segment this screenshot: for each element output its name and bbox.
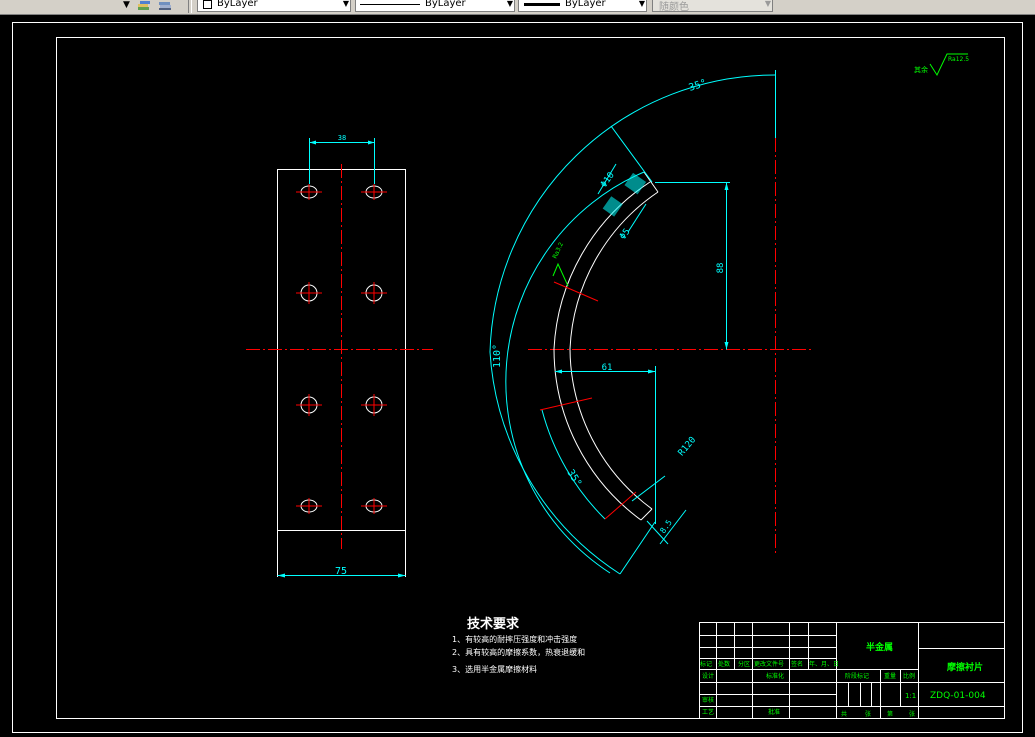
technical-requirement-item: 3、选用半金属摩擦材料 — [452, 664, 537, 674]
title-label-signature: 签名 — [791, 660, 803, 668]
title-material: 半金属 — [866, 641, 893, 653]
chevron-down-icon[interactable]: ▼ — [343, 0, 349, 8]
roughness-value: Ra12.5 — [948, 56, 969, 63]
toolbar-separator — [188, 0, 192, 13]
dimension-horizontal-offset: 61 — [602, 363, 613, 373]
extension-line — [619, 521, 656, 575]
lineweight-control-dropdown[interactable]: ByLayer ▼ — [518, 0, 647, 12]
dimension-total-angle: 110° — [492, 344, 503, 368]
plot-style-control-value: 随颜色 — [659, 2, 689, 13]
lineweight-control-value: ByLayer — [565, 0, 606, 9]
title-sheet-label: 第 — [887, 710, 893, 718]
title-label-zone: 分区 — [738, 660, 750, 668]
sheet-inner-border — [56, 37, 1005, 719]
dimension-radius: R120 — [677, 435, 699, 458]
title-label-approve: 批准 — [768, 708, 780, 716]
chevron-down-icon[interactable]: ▼ — [639, 0, 645, 8]
drawing-canvas[interactable]: 38 75 35° 110° 35° Φ10 Φ5 88 61 R120 8.5… — [0, 14, 1035, 737]
dimension-overall-width: 75 — [335, 566, 347, 577]
lineweight-preview — [524, 3, 560, 6]
plot-style-control-dropdown[interactable]: 随颜色 ▼ — [652, 0, 773, 13]
lining-end-bottom — [640, 508, 653, 521]
dropdown-arrow-icon[interactable]: ▼ — [123, 0, 130, 10]
title-label-scale: 比例 — [903, 672, 915, 680]
color-control-value: ByLayer — [217, 0, 258, 9]
title-label-standardization: 标准化 — [766, 672, 784, 680]
title-part-name: 摩擦衬片 — [947, 661, 983, 673]
leader-line — [631, 475, 666, 502]
technical-requirement-item: 1、有较高的耐摔压强度和冲击强度 — [452, 634, 577, 644]
chevron-down-icon[interactable]: ▼ — [507, 0, 513, 8]
title-scale-value: 1:1 — [905, 692, 916, 700]
color-control-dropdown[interactable]: ByLayer ▼ — [197, 0, 351, 12]
title-label-change-doc: 更改文件号 — [754, 660, 784, 668]
hole-section-hatch — [602, 196, 623, 217]
title-label-count: 处数 — [718, 660, 730, 668]
plate-view: 38 75 — [246, 134, 433, 578]
color-swatch-icon — [203, 0, 212, 9]
linetype-preview — [360, 4, 420, 5]
dimension-arc — [489, 351, 621, 575]
roughness-note: 其余 Ra12.5 — [914, 53, 969, 77]
arc-lining-view: 35° 110° 35° Φ10 Φ5 88 61 R120 8.5 Ra3.2 — [489, 70, 812, 575]
title-label-design: 设计 — [702, 672, 714, 680]
lining-outer-edge — [553, 181, 651, 521]
dimension-outer-arc-angle: 35° — [688, 78, 709, 94]
linetype-control-dropdown[interactable]: ByLayer ▼ — [355, 0, 515, 12]
properties-toolbar: ▼ ByLayer ▼ ByLayer ▼ ByLayer ▼ 随颜色 ▼ — [0, 0, 1035, 15]
title-label-review: 审核 — [702, 696, 714, 704]
technical-requirements-heading: 技术要求 — [467, 616, 520, 632]
layer-states-icon[interactable] — [158, 0, 172, 11]
roughness-prefix: 其余 — [914, 65, 928, 74]
chevron-down-icon[interactable]: ▼ — [765, 0, 771, 8]
linetype-control-value: ByLayer — [425, 0, 466, 9]
dimension-arc — [489, 74, 776, 353]
dimension-hole-offset: Φ5 — [618, 227, 632, 242]
title-label-process: 工艺 — [702, 708, 714, 716]
title-sheet-label: 共 — [841, 710, 847, 718]
title-label-weight: 重量 — [884, 672, 896, 680]
hole-section-hatch — [624, 172, 647, 195]
lining-inner-edge — [569, 191, 659, 510]
title-label-date: 年、月、日 — [809, 660, 839, 668]
layer-previous-icon[interactable] — [137, 0, 151, 11]
section-mark — [539, 397, 593, 411]
cad-drawing: 38 75 35° 110° 35° Φ10 Φ5 88 61 R120 8.5… — [12, 22, 1023, 733]
roughness-leader-value: Ra3.2 — [551, 241, 565, 260]
technical-requirements: 技术要求 1、有较高的耐摔压强度和冲击强度 2、具有较高的摩擦系数，热衰退缓和 … — [452, 616, 585, 674]
dimension-hole-spacing: 38 — [338, 134, 346, 142]
dimension-vertical-offset: 88 — [716, 263, 726, 274]
title-sheet-label: 张 — [865, 710, 871, 718]
technical-requirement-item: 2、具有较高的摩擦系数，热衰退缓和 — [452, 647, 585, 657]
extension-line — [610, 125, 653, 183]
title-drawing-number: ZDQ-01-004 — [930, 691, 986, 701]
title-label-stage-mark: 阶段标记 — [845, 672, 869, 680]
title-label-mark: 标记 — [700, 660, 712, 668]
section-mark — [604, 491, 637, 520]
section-mark — [553, 281, 599, 302]
title-sheet-label: 张 — [909, 710, 915, 718]
dimension-arc — [541, 409, 606, 520]
dimension-thickness: 8.5 — [658, 518, 674, 535]
dimension-inner-arc-angle: 35° — [564, 468, 583, 489]
